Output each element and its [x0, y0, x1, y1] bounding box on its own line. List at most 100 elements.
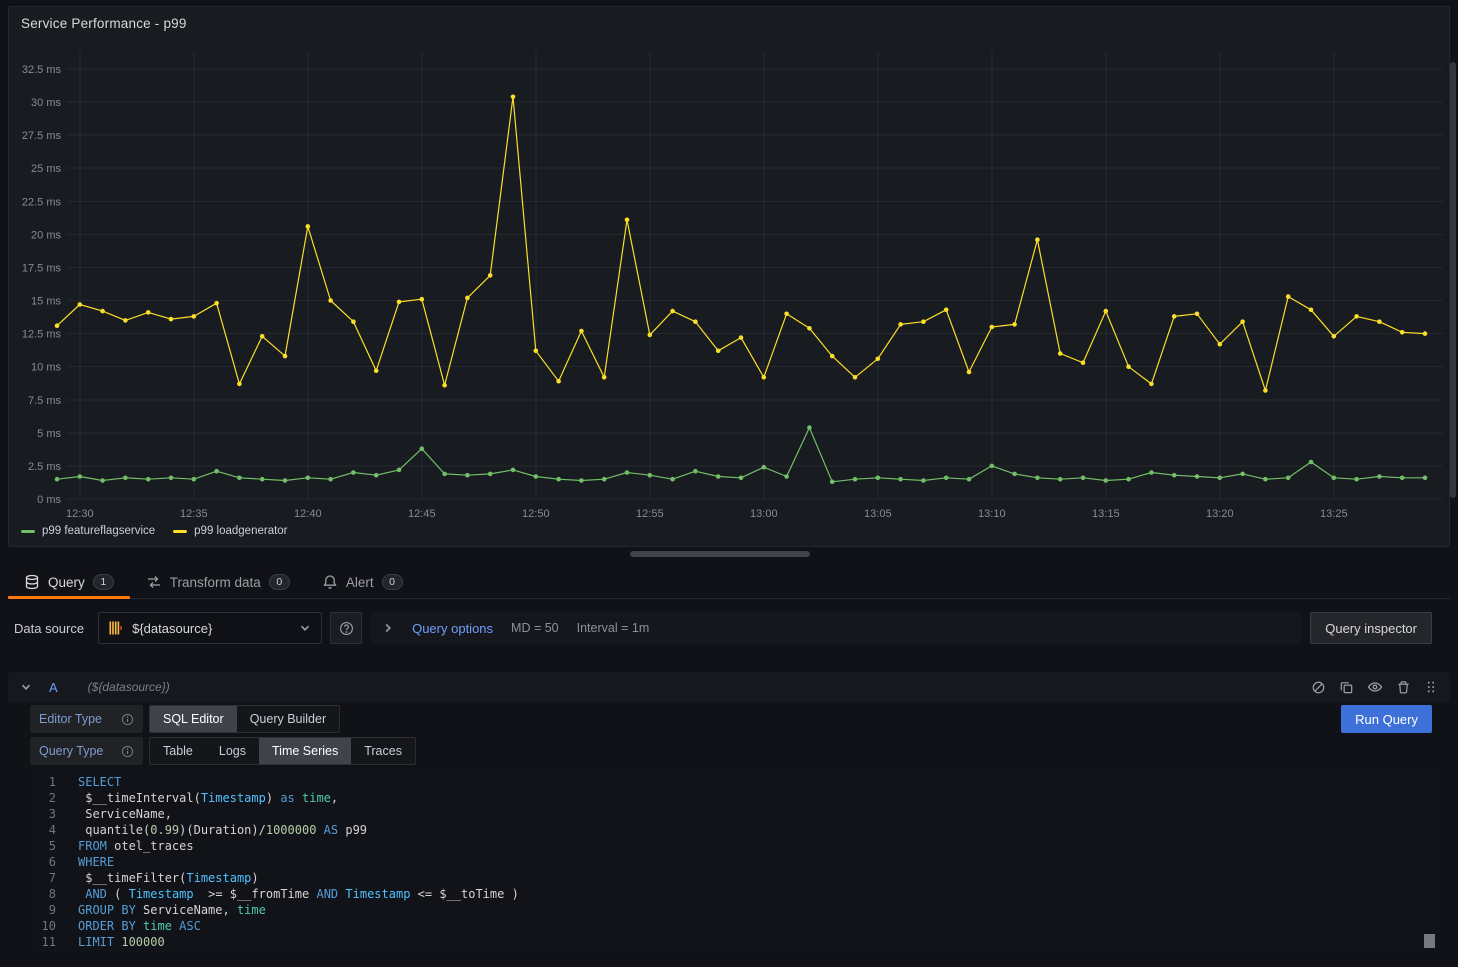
data-point	[1240, 472, 1245, 477]
data-point	[100, 478, 105, 483]
duplicate-query-icon[interactable]	[1339, 680, 1354, 695]
horizontal-scrollbar-thumb[interactable]	[630, 551, 810, 557]
data-point	[1309, 460, 1314, 465]
series-p99-loadgenerator	[55, 95, 1428, 393]
data-point	[556, 379, 561, 384]
data-point	[967, 477, 972, 482]
disable-query-icon[interactable]	[1311, 680, 1326, 695]
data-point	[1263, 388, 1268, 393]
query-type-option-logs[interactable]: Logs	[206, 738, 259, 764]
sql-code-editor[interactable]: 1SELECT2 $__timeInterval(Timestamp) as t…	[30, 770, 1438, 952]
data-point	[374, 473, 379, 478]
y-axis-label: 27.5 ms	[22, 130, 62, 142]
editor-tabs-bar: Query1Transform data0Alert0	[8, 566, 1450, 599]
data-point	[739, 476, 744, 481]
line-number: 4	[30, 822, 56, 838]
data-point	[328, 298, 333, 303]
datasource-value: ${datasource}	[132, 621, 212, 636]
data-point	[830, 354, 835, 359]
data-point	[442, 472, 447, 477]
query-row-header[interactable]: A (${datasource})	[8, 672, 1450, 702]
data-point	[556, 477, 561, 482]
code-line: 4 quantile(0.99)(Duration)/1000000 AS p9…	[30, 822, 1438, 838]
query-type-row: Query Type TableLogsTime SeriesTraces	[30, 737, 1432, 765]
data-point	[602, 477, 607, 482]
data-point	[1354, 477, 1359, 482]
data-point	[1104, 478, 1109, 483]
data-point	[784, 312, 789, 317]
editor-type-option-sql-editor[interactable]: SQL Editor	[150, 706, 237, 732]
chart-legend: p99 featureflagservice p99 loadgenerator	[21, 525, 288, 537]
data-point	[967, 370, 972, 375]
query-inspector-button[interactable]: Query inspector	[1310, 612, 1432, 644]
data-point	[55, 477, 60, 482]
data-point	[602, 375, 607, 380]
query-type-label: Query Type	[39, 744, 103, 758]
legend-swatch	[21, 530, 35, 533]
tab-alert[interactable]: Alert0	[306, 566, 419, 598]
query-type-option-time-series[interactable]: Time Series	[259, 738, 351, 764]
series-p99-featureflagservice	[55, 425, 1428, 484]
interval-summary: Interval = 1m	[577, 621, 650, 635]
line-number: 1	[30, 774, 56, 790]
bell-icon	[322, 574, 338, 590]
collapse-chevron-icon[interactable]	[20, 681, 32, 693]
tab-query[interactable]: Query1	[8, 566, 130, 598]
data-point	[853, 375, 858, 380]
data-point	[123, 318, 128, 323]
timeseries-chart[interactable]: 0 ms2.5 ms5 ms7.5 ms10 ms12.5 ms15 ms17.…	[9, 7, 1451, 548]
y-axis-label: 22.5 ms	[22, 196, 62, 208]
code-line: 7 $__timeFilter(Timestamp)	[30, 870, 1438, 886]
editor-scrollbar-thumb[interactable]	[1424, 934, 1435, 948]
timeseries-panel: Service Performance - p99 0 ms2.5 ms5 ms…	[8, 6, 1450, 547]
code-line: 3 ServiceName,	[30, 806, 1438, 822]
data-point	[192, 314, 197, 319]
code-line: 9GROUP BY ServiceName, time	[30, 902, 1438, 918]
chevron-right-icon	[382, 622, 394, 634]
legend-item[interactable]: p99 loadgenerator	[173, 525, 287, 537]
data-point	[534, 349, 539, 354]
y-axis-label: 20 ms	[31, 229, 61, 241]
code-line: 5FROM otel_traces	[30, 838, 1438, 854]
y-axis-label: 5 ms	[37, 428, 61, 440]
data-point	[807, 326, 812, 331]
code-line: 8 AND ( Timestamp >= $__fromTime AND Tim…	[30, 886, 1438, 902]
data-point	[670, 477, 675, 482]
run-query-button[interactable]: Run Query	[1341, 705, 1432, 733]
tab-label: Alert	[346, 575, 374, 590]
query-options-row[interactable]: Query options MD = 50 Interval = 1m	[370, 612, 1302, 644]
query-type-option-table[interactable]: Table	[150, 738, 206, 764]
data-point	[1423, 331, 1428, 336]
legend-item[interactable]: p99 featureflagservice	[21, 525, 155, 537]
info-icon[interactable]	[121, 713, 134, 726]
data-point	[1354, 314, 1359, 319]
chevron-down-icon	[299, 622, 311, 634]
editor-type-option-query-builder[interactable]: Query Builder	[237, 706, 339, 732]
vertical-scrollbar-thumb[interactable]	[1450, 62, 1456, 498]
hide-response-icon[interactable]	[1367, 679, 1383, 695]
delete-query-icon[interactable]	[1396, 680, 1411, 695]
line-number: 7	[30, 870, 56, 886]
tab-count-badge: 0	[269, 574, 290, 590]
data-point	[1195, 474, 1200, 479]
data-point	[511, 468, 516, 473]
tab-transform-data[interactable]: Transform data0	[130, 566, 306, 598]
editor-type-row: Editor Type SQL EditorQuery Builder Run …	[30, 705, 1432, 733]
data-point	[465, 296, 470, 301]
y-axis-label: 25 ms	[31, 163, 61, 175]
drag-handle-icon[interactable]	[1424, 680, 1438, 694]
y-axis-label: 0 ms	[37, 494, 61, 506]
data-point	[146, 310, 151, 315]
transform-icon	[146, 574, 162, 590]
data-point	[260, 477, 265, 482]
datasource-picker[interactable]: ${datasource}	[98, 612, 322, 644]
data-point	[807, 425, 812, 430]
y-axis-label: 7.5 ms	[28, 395, 62, 407]
query-options-link[interactable]: Query options	[412, 621, 493, 636]
data-point	[283, 478, 288, 483]
datasource-help-button[interactable]	[330, 612, 362, 644]
info-icon[interactable]	[121, 745, 134, 758]
x-axis-label: 12:50	[522, 508, 550, 520]
query-type-option-traces[interactable]: Traces	[351, 738, 415, 764]
data-point	[1195, 312, 1200, 317]
